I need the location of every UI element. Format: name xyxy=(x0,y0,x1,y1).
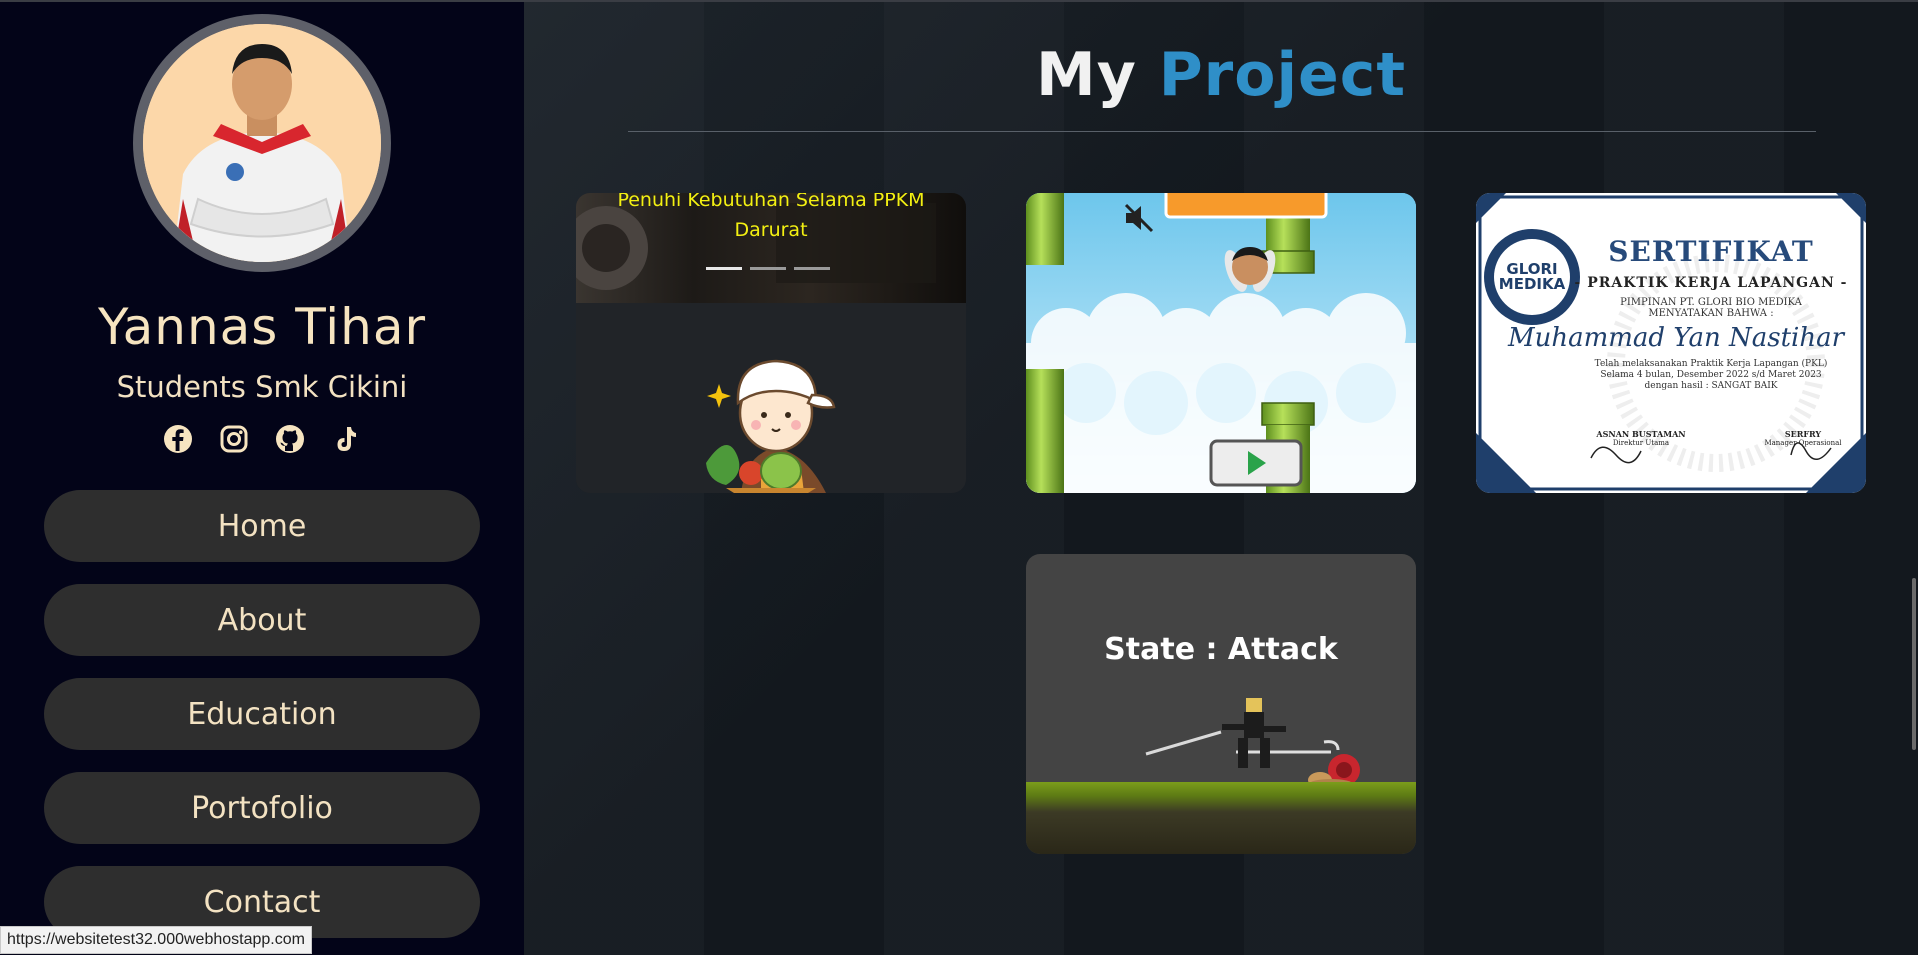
nav-home-button[interactable]: Home xyxy=(44,490,480,562)
cert-body-line1: Telah melaksanakan Praktik Kerja Lapanga… xyxy=(1594,359,1828,369)
cert-body: Telah melaksanakan Praktik Kerja Lapanga… xyxy=(1476,359,1866,392)
project-card-grocery[interactable]: Penuhi Kebutuhan Selama PPKM Darurat xyxy=(576,193,966,493)
section-title: My Project xyxy=(524,40,1918,110)
cert-subtitle: - PRAKTIK KERJA LAPANGAN - xyxy=(1574,275,1848,291)
carousel-caption-line2: Darurat xyxy=(734,219,808,241)
section-title-part1: My xyxy=(1035,40,1137,110)
farmer-illustration xyxy=(706,359,836,493)
sidebar: Yannas Tihar Students Smk Cikini Home Ab… xyxy=(0,0,524,955)
project-card-certificate[interactable]: GLORI MEDIKA SERTIFIKAT - PRAKTIK KERJA … xyxy=(1476,193,1866,493)
link-status-bar: https://websitetest32.000webhostapp.com xyxy=(0,926,312,954)
profile-name: Yannas Tihar xyxy=(97,298,427,356)
carousel-caption: Penuhi Kebutuhan Selama PPKM Darurat xyxy=(576,193,966,245)
social-links xyxy=(161,422,363,456)
grass-ground xyxy=(1026,782,1416,854)
project-card-pixel-game[interactable]: State : Attack xyxy=(1026,554,1416,854)
carousel-indicators xyxy=(706,267,830,270)
section-title-part2: Project xyxy=(1158,40,1406,110)
project-card-flappy-game[interactable] xyxy=(1026,193,1416,493)
tiktok-icon[interactable] xyxy=(329,422,363,456)
carousel-banner: Penuhi Kebutuhan Selama PPKM Darurat xyxy=(576,193,966,303)
grocery-illustration xyxy=(576,303,966,493)
carousel-indicator[interactable] xyxy=(794,267,830,270)
nav-about-button[interactable]: About xyxy=(44,584,480,656)
instagram-icon[interactable] xyxy=(217,422,251,456)
cert-recipient: Muhammad Yan Nastihar xyxy=(1507,323,1845,353)
cert-title: SERTIFIKAT xyxy=(1608,235,1814,268)
avatar-portrait xyxy=(143,24,381,262)
carousel-indicator[interactable] xyxy=(750,267,786,270)
cert-body-line3: dengan hasil : SANGAT BAIK xyxy=(1644,381,1778,391)
sig1-role: Direktur Utama xyxy=(1612,439,1670,447)
cert-signature-1: ASNAN BUSTAMAN Direktur Utama xyxy=(1586,429,1696,447)
flappy-game-preview xyxy=(1026,193,1416,493)
project-section: My Project Penuhi Kebutuhan Selama PPKM … xyxy=(524,0,1918,955)
cert-issuer-line2: MENYATAKAN BAHWA : xyxy=(1648,308,1774,319)
carousel-caption-line1: Penuhi Kebutuhan Selama PPKM xyxy=(617,193,925,211)
avatar-ring xyxy=(133,14,391,272)
main-nav: Home About Education Portofolio Contact xyxy=(44,490,480,938)
sig1-name: ASNAN BUSTAMAN xyxy=(1596,429,1686,439)
cert-body-line2: Selama 4 bulan, Desember 2022 s/d Maret … xyxy=(1600,370,1822,380)
github-icon[interactable] xyxy=(273,422,307,456)
nav-education-button[interactable]: Education xyxy=(44,678,480,750)
facebook-icon[interactable] xyxy=(161,422,195,456)
cert-signature-2: SERFRY Manager Operasional xyxy=(1748,429,1858,447)
nav-portfolio-button[interactable]: Portofolio xyxy=(44,772,480,844)
sig2-role: Manager Operasional xyxy=(1764,439,1842,447)
title-divider xyxy=(628,131,1816,132)
profile-role: Students Smk Cikini xyxy=(116,370,408,404)
avatar xyxy=(143,24,381,262)
cert-issuer: PIMPINAN PT. GLORI BIO MEDIKA MENYATAKAN… xyxy=(1476,297,1866,319)
scrollbar-thumb[interactable] xyxy=(1912,578,1916,750)
sig2-name: SERFRY xyxy=(1784,429,1822,439)
carousel-indicator[interactable] xyxy=(706,267,742,270)
cert-issuer-line1: PIMPINAN PT. GLORI BIO MEDIKA xyxy=(1620,297,1802,308)
